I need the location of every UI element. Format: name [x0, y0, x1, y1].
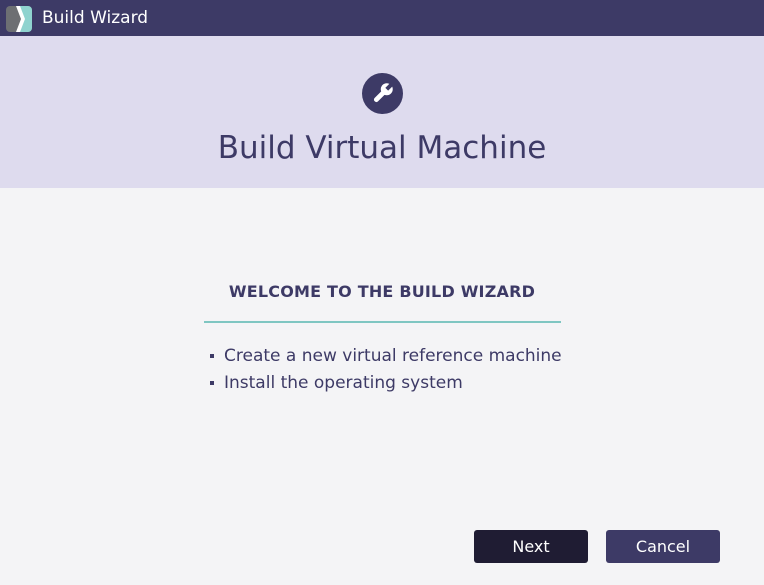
list-item: Install the operating system — [210, 369, 562, 396]
list-item-label: Create a new virtual reference machine — [224, 345, 562, 366]
welcome-heading: WELCOME TO THE BUILD WIZARD — [228, 282, 536, 301]
list-item: Create a new virtual reference machine — [210, 342, 562, 369]
bullet-icon — [210, 380, 214, 385]
next-button[interactable]: Next — [474, 530, 588, 563]
app-logo-icon — [6, 6, 32, 32]
window-title: Build Wizard — [42, 8, 149, 28]
bullet-icon — [210, 353, 214, 358]
list-item-label: Install the operating system — [224, 372, 463, 393]
wizard-header: Build Virtual Machine — [0, 36, 764, 188]
page-title: Build Virtual Machine — [217, 130, 547, 166]
cancel-button[interactable]: Cancel — [606, 530, 720, 563]
divider — [204, 321, 561, 323]
title-bar: Build Wizard — [0, 0, 764, 36]
task-list: Create a new virtual reference machine I… — [210, 342, 562, 396]
wrench-icon — [362, 73, 403, 114]
